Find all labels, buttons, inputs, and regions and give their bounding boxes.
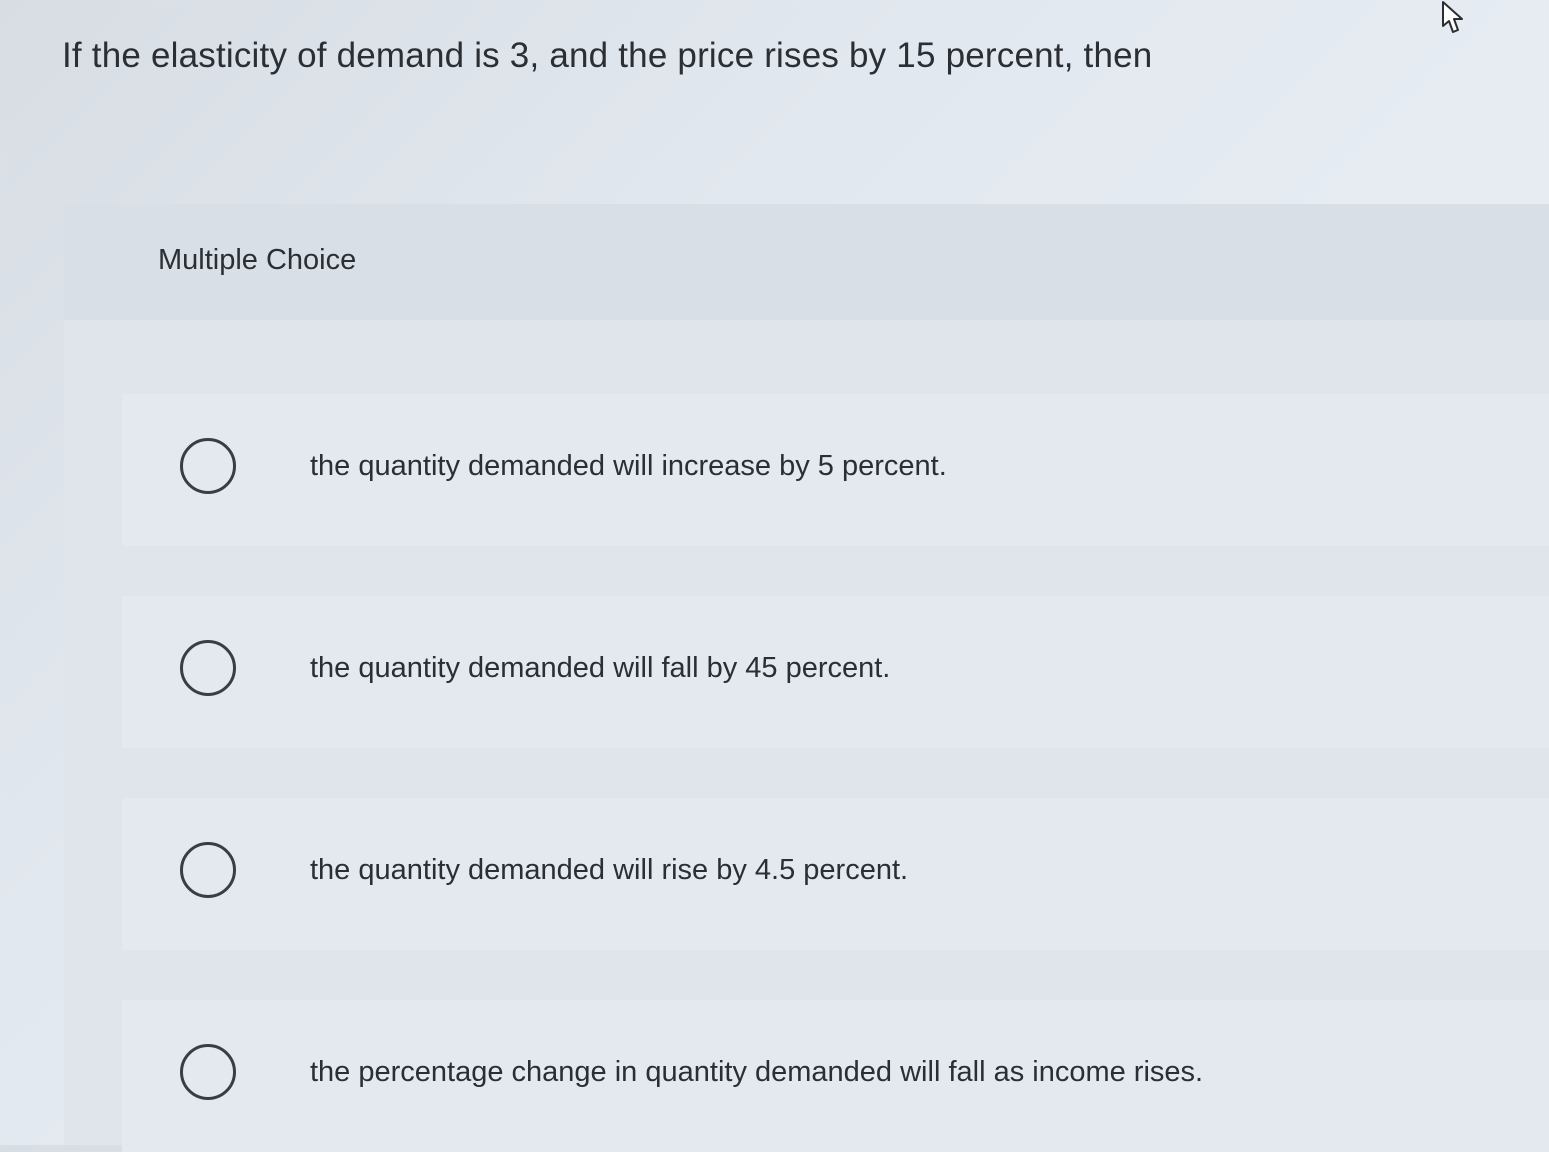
option-item[interactable]: the quantity demanded will fall by 45 pe… xyxy=(122,596,1549,748)
radio-button[interactable] xyxy=(180,842,236,898)
panel-header: Multiple Choice xyxy=(64,204,1549,320)
option-item[interactable]: the quantity demanded will increase by 5… xyxy=(122,394,1549,546)
question-text: If the elasticity of demand is 3, and th… xyxy=(62,36,1153,75)
radio-button[interactable] xyxy=(180,640,236,696)
option-item[interactable]: the percentage change in quantity demand… xyxy=(122,1000,1549,1152)
option-label[interactable]: the quantity demanded will increase by 5… xyxy=(310,450,947,483)
option-label[interactable]: the quantity demanded will fall by 45 pe… xyxy=(310,652,890,685)
option-label[interactable]: the quantity demanded will rise by 4.5 p… xyxy=(310,854,908,887)
panel-title: Multiple Choice xyxy=(158,244,357,276)
radio-button[interactable] xyxy=(180,1044,236,1100)
radio-button[interactable] xyxy=(180,438,236,494)
option-item[interactable]: the quantity demanded will rise by 4.5 p… xyxy=(122,798,1549,950)
pointer-cursor-icon xyxy=(1442,1,1463,33)
option-label[interactable]: the percentage change in quantity demand… xyxy=(310,1056,1203,1089)
options-list: the quantity demanded will increase by 5… xyxy=(122,394,1549,1152)
multiple-choice-panel: Multiple Choice the quantity demanded wi… xyxy=(64,204,1549,1152)
